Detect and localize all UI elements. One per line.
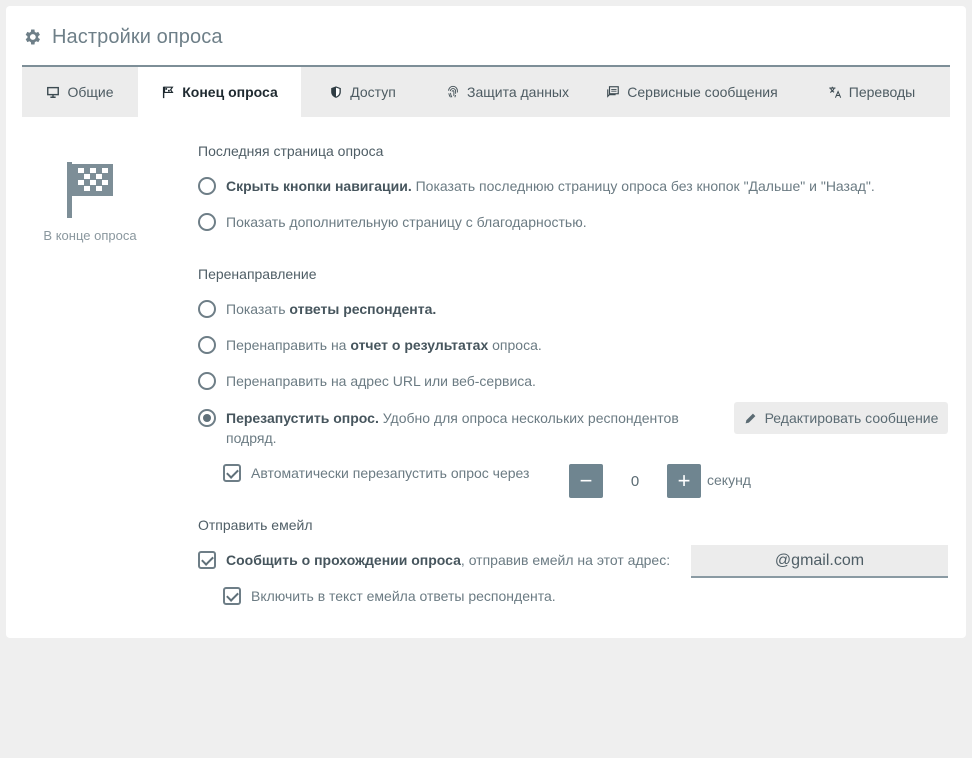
messages-icon [607, 86, 620, 98]
radio-redirect-report[interactable] [198, 336, 216, 354]
option-text: Показать последнюю страницу опроса без к… [411, 178, 875, 194]
option-label: Показать дополнительную страницу с благо… [226, 214, 587, 230]
tab-label: Сервисные сообщения [627, 84, 778, 100]
option-text: Перенаправить на [226, 337, 351, 353]
option-label: Включить в текст емейла ответы респонден… [251, 588, 556, 604]
sidebar-label: В конце опроса [43, 228, 137, 243]
checkered-flag-icon [67, 162, 113, 218]
option-restart-survey[interactable]: Перезапустить опрос. Удобно для опроса н… [198, 408, 726, 448]
radio-restart-survey[interactable] [198, 409, 216, 427]
tab-bar: Общие Конец опроса Доступ Защита данных … [22, 65, 950, 117]
tab-access[interactable]: Доступ [301, 67, 424, 117]
radio-hide-navigation[interactable] [198, 177, 216, 195]
option-redirect-url[interactable]: Перенаправить на адрес URL или веб-серви… [198, 372, 536, 390]
pencil-icon [745, 413, 755, 423]
seconds-input[interactable] [603, 464, 667, 498]
tab-translations[interactable]: Переводы [793, 67, 950, 117]
tab-label: Защита данных [467, 84, 569, 100]
option-label: Скрыть кнопки навигации. Показать послед… [226, 178, 875, 194]
email-address-input[interactable] [691, 545, 948, 578]
fingerprint-icon [448, 85, 458, 98]
radio-redirect-url[interactable] [198, 372, 216, 390]
option-text: опроса. [488, 337, 542, 353]
tab-label: Конец опроса [182, 84, 278, 100]
seconds-label: секунд [707, 472, 751, 488]
option-bold: ответы респондента. [289, 301, 437, 317]
monitor-icon [47, 86, 60, 98]
checkbox-auto-restart[interactable] [223, 464, 241, 482]
edit-message-button[interactable]: Редактировать сообщение [734, 402, 948, 434]
option-include-answers[interactable]: Включить в текст емейла ответы респонден… [223, 587, 556, 605]
page-title: Настройки опроса [52, 25, 223, 48]
option-show-answers[interactable]: Показать ответы респондента. [198, 300, 436, 318]
option-label: Сообщить о прохождении опроса, отправив … [226, 552, 670, 568]
option-bold: Перезапустить опрос. [226, 410, 379, 426]
flag-icon [163, 86, 174, 99]
option-label: Показать ответы респондента. [226, 301, 436, 317]
tab-end-of-survey[interactable]: Конец опроса [138, 67, 301, 117]
tab-label: Общие [67, 84, 114, 100]
header: Настройки опроса [22, 24, 223, 50]
option-label: Автоматически перезапустить опрос через [251, 465, 530, 481]
option-hide-navigation[interactable]: Скрыть кнопки навигации. Показать послед… [198, 177, 875, 195]
option-bold: отчет о результатах [350, 337, 489, 353]
radio-thanks-page[interactable] [198, 213, 216, 231]
button-label: Редактировать сообщение [764, 410, 939, 426]
option-auto-restart[interactable]: Автоматически перезапустить опрос через [223, 464, 529, 482]
checkbox-notify-email[interactable] [198, 551, 216, 569]
option-bold: Сообщить о прохождении опроса [226, 552, 461, 568]
radio-show-answers[interactable] [198, 300, 216, 318]
increment-button[interactable]: + [667, 464, 701, 498]
decrement-button[interactable]: − [569, 464, 603, 498]
option-thanks-page[interactable]: Показать дополнительную страницу с благо… [198, 213, 587, 231]
email-title: Отправить емейл [198, 517, 313, 533]
tab-service-messages[interactable]: Сервисные сообщения [591, 67, 793, 117]
tab-general[interactable]: Общие [22, 67, 138, 117]
option-redirect-report[interactable]: Перенаправить на отчет о результатах опр… [198, 336, 542, 354]
section-sidebar: В конце опроса [22, 160, 158, 243]
option-notify-email[interactable]: Сообщить о прохождении опроса, отправив … [198, 551, 670, 569]
option-text: , отправив емейл на этот адрес: [460, 552, 671, 568]
translate-icon [829, 86, 841, 98]
last-page-title: Последняя страница опроса [198, 143, 384, 159]
tab-label: Переводы [848, 84, 916, 100]
shield-icon [331, 86, 342, 98]
tab-label: Доступ [350, 84, 396, 100]
checkbox-include-answers[interactable] [223, 587, 241, 605]
tab-data-protection[interactable]: Защита данных [424, 67, 591, 117]
settings-card: Настройки опроса Общие Конец опроса Дост… [6, 6, 966, 638]
option-text: Показать [226, 301, 290, 317]
option-label: Перенаправить на отчет о результатах опр… [226, 337, 542, 353]
redirect-title: Перенаправление [198, 266, 317, 282]
option-bold: Скрыть кнопки навигации. [226, 178, 412, 194]
option-label: Перенаправить на адрес URL или веб-серви… [226, 373, 536, 389]
option-label: Перезапустить опрос. Удобно для опроса н… [226, 408, 726, 448]
gear-icon [25, 29, 40, 45]
